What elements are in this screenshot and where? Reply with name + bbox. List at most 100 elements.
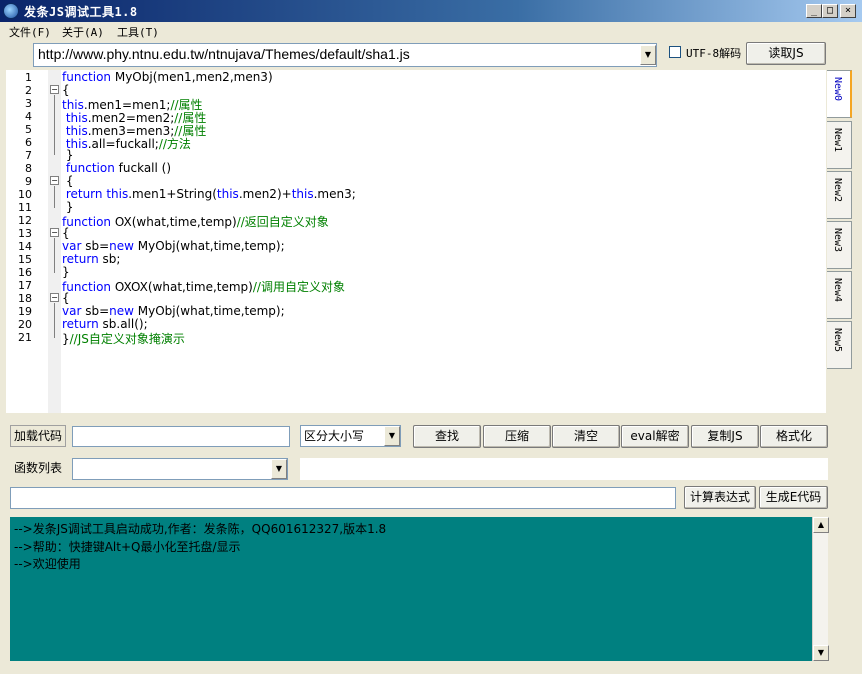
- fold-toggle-icon[interactable]: −: [50, 85, 59, 94]
- code-comment: //返回自定义对象: [236, 215, 329, 229]
- code-line: function OX(what,time,temp)//返回自定义对象: [62, 213, 329, 230]
- code-text: }: [62, 200, 74, 214]
- load-code-button[interactable]: 加载代码: [10, 425, 66, 447]
- code-comment: //方法: [158, 137, 191, 151]
- menu-file[interactable]: 文件(F): [9, 24, 51, 40]
- code-text: }: [62, 332, 70, 346]
- tab-new3[interactable]: New3: [827, 221, 852, 269]
- scroll-down-icon[interactable]: ▼: [813, 645, 829, 661]
- line-number: 14: [18, 240, 32, 253]
- code-line: {: [62, 83, 70, 97]
- code-line: var sb=new MyObj(what,time,temp);: [62, 239, 285, 253]
- func-list-dropdown-icon[interactable]: ▼: [271, 459, 287, 479]
- tab-new0[interactable]: New0: [827, 70, 852, 118]
- tab-new2[interactable]: New2: [827, 171, 852, 219]
- scroll-up-icon[interactable]: ▲: [813, 517, 829, 533]
- window-title: 发条JS调试工具1.8: [24, 5, 138, 19]
- line-number: 13: [18, 227, 32, 240]
- code-line: function MyObj(men1,men2,men3): [62, 70, 273, 84]
- code-line: this.all=fuckall;//方法: [62, 135, 191, 152]
- code-keyword: function: [62, 70, 115, 84]
- code-line: {: [62, 174, 74, 188]
- fold-toggle-icon[interactable]: −: [50, 293, 59, 302]
- code-text: MyObj(men1,men2,men3): [114, 70, 273, 84]
- menu-tools[interactable]: 工具(T): [117, 24, 159, 40]
- func-list-label: 函数列表: [10, 458, 66, 480]
- url-dropdown-icon[interactable]: ▼: [640, 45, 656, 65]
- tab-label: New5: [832, 328, 843, 353]
- code-text: sb=: [85, 304, 110, 318]
- code-keyword: this: [216, 187, 239, 201]
- fold-guide: [54, 95, 55, 155]
- line-number: 3: [25, 97, 32, 110]
- code-keyword: new: [109, 239, 138, 253]
- line-number: 2: [25, 84, 32, 97]
- app-icon: [3, 3, 19, 19]
- code-keyword: return: [62, 252, 103, 266]
- code-keyword: function: [62, 215, 115, 229]
- copy-js-button[interactable]: 复制JS: [691, 425, 759, 448]
- clear-button[interactable]: 清空: [552, 425, 620, 448]
- code-text: OXOX(what,time,temp): [114, 280, 253, 294]
- tab-label: New0: [832, 77, 843, 102]
- code-line: }: [62, 148, 74, 162]
- find-button[interactable]: 查找: [413, 425, 481, 448]
- func-info-field: [300, 458, 828, 480]
- code-text: }: [62, 265, 70, 279]
- gen-e-code-button[interactable]: 生成E代码: [759, 486, 828, 509]
- load-js-button[interactable]: 读取JS: [746, 42, 826, 65]
- utf8-checkbox[interactable]: [669, 46, 681, 58]
- case-dropdown-icon[interactable]: ▼: [384, 426, 400, 446]
- code-line: {: [62, 226, 70, 240]
- code-line: return sb;: [62, 252, 120, 266]
- menu-about[interactable]: 关于(A): [62, 24, 104, 40]
- tab-new5[interactable]: New5: [827, 321, 852, 369]
- code-line: {: [62, 291, 70, 305]
- tab-new1[interactable]: New1: [827, 121, 852, 169]
- code-text: .men1+String(: [128, 187, 217, 201]
- code-text: .men2)+: [238, 187, 292, 201]
- line-number: 7: [25, 149, 32, 162]
- code-text: .all=fuckall;: [87, 137, 159, 151]
- url-input[interactable]: http://www.phy.ntnu.edu.tw/ntnujava/Them…: [38, 46, 410, 62]
- func-list-select[interactable]: [72, 458, 288, 480]
- output-scrollbar[interactable]: ▲ ▼: [812, 517, 829, 661]
- tab-label: New2: [832, 178, 843, 203]
- minimize-button[interactable]: _: [806, 4, 822, 18]
- log-line: -->欢迎使用: [14, 557, 81, 571]
- code-text: }: [62, 148, 74, 162]
- code-keyword: function: [62, 161, 119, 175]
- line-number: 17: [18, 279, 32, 292]
- code-line: }: [62, 265, 70, 279]
- compress-button[interactable]: 压缩: [483, 425, 551, 448]
- code-text: sb;: [102, 252, 121, 266]
- code-text: OX(what,time,temp): [114, 215, 237, 229]
- code-text: MyObj(what,time,temp);: [137, 304, 285, 318]
- line-number: 20: [18, 318, 32, 331]
- code-keyword: var: [62, 304, 86, 318]
- case-select-value: 区分大小写: [304, 429, 365, 443]
- fold-guide: [54, 303, 55, 338]
- line-number: 5: [25, 123, 32, 136]
- close-button[interactable]: ×: [840, 4, 856, 18]
- format-button[interactable]: 格式化: [760, 425, 828, 448]
- eval-decrypt-button[interactable]: eval解密: [621, 425, 689, 448]
- tab-new4[interactable]: New4: [827, 271, 852, 319]
- maximize-button[interactable]: □: [822, 4, 838, 18]
- code-text: .men3;: [313, 187, 356, 201]
- code-keyword: new: [109, 304, 138, 318]
- line-number: 21: [18, 331, 32, 344]
- code-line: var sb=new MyObj(what,time,temp);: [62, 304, 285, 318]
- line-number: 16: [18, 266, 32, 279]
- expression-input[interactable]: [10, 487, 676, 509]
- fold-toggle-icon[interactable]: −: [50, 176, 59, 185]
- code-text: {: [62, 174, 74, 188]
- code-text: fuckall (): [118, 161, 172, 175]
- calc-expression-button[interactable]: 计算表达式: [684, 486, 756, 509]
- fold-toggle-icon[interactable]: −: [50, 228, 59, 237]
- load-code-input[interactable]: [72, 426, 290, 447]
- line-number: 15: [18, 253, 32, 266]
- code-comment: //JS自定义对象掩演示: [69, 332, 185, 346]
- code-comment: //调用自定义对象: [252, 280, 345, 294]
- code-keyword: return this: [62, 187, 129, 201]
